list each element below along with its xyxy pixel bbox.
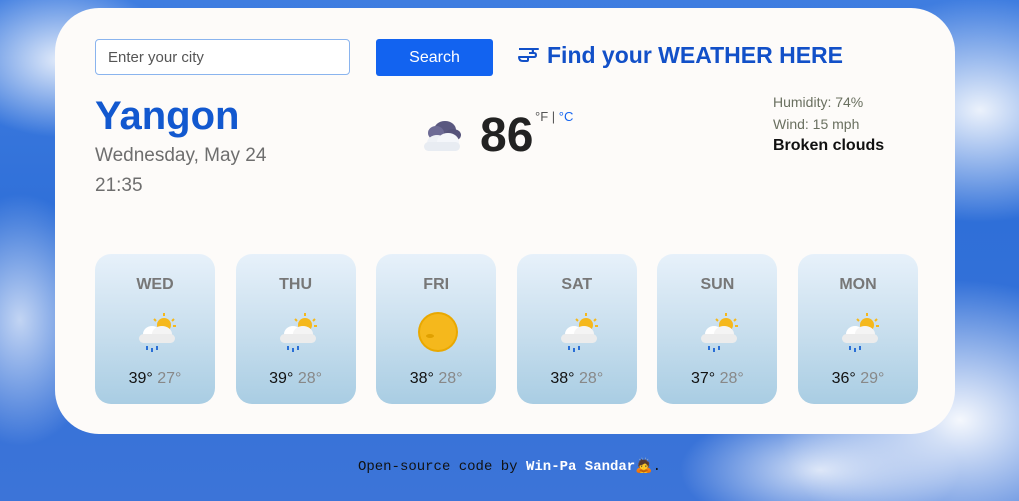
forecast-card: MON 36° 29° <box>798 254 918 404</box>
forecast-temps: 36° 29° <box>798 370 918 388</box>
city-search-input[interactable] <box>95 39 350 75</box>
author-link[interactable]: Win-Pa Sandar <box>526 459 635 475</box>
forecast-low: 28° <box>297 370 323 387</box>
forecast-low: 28° <box>438 370 463 387</box>
search-button[interactable]: Search <box>376 39 493 76</box>
sun-rain-cloud-icon <box>139 313 176 352</box>
forecast-day: WED <box>136 276 174 293</box>
forecast-temps: 39° 28° <box>236 370 356 388</box>
forecast-card: FRI 38° 28° <box>376 254 497 404</box>
forecast-high: 39° <box>128 370 153 387</box>
sun-rain-cloud-icon <box>560 313 598 352</box>
forecast-low: 27° <box>157 370 182 387</box>
forecast-temps: 38° 28° <box>517 370 637 388</box>
forecast-day: MON <box>839 276 877 293</box>
forecast-card: THU 39° 28° <box>235 254 356 404</box>
forecast-card: SUN 37° 28° <box>657 254 778 404</box>
forecast-low: 29° <box>860 370 885 387</box>
forecast-low: 28° <box>579 370 604 387</box>
forecast-temps: 37° 28° <box>657 370 777 388</box>
sun-rain-cloud-icon <box>842 313 879 352</box>
celsius-link[interactable]: °C <box>559 109 574 124</box>
fahrenheit-link[interactable]: °F <box>535 109 548 124</box>
footer-by: by <box>500 459 518 475</box>
unit-toggle: °F | °C <box>535 109 573 124</box>
city-name: Yangon <box>95 94 240 138</box>
forecast-day: SAT <box>561 276 593 293</box>
current-temperature: 86 <box>480 109 534 162</box>
unit-separator: | <box>551 109 556 124</box>
current-date: Wednesday, May 24 <box>95 145 267 166</box>
footer: Open-source code by Win-Pa Sandar🙇. <box>0 458 1019 475</box>
source-code-link[interactable]: Open-source code <box>358 459 492 475</box>
forecast-high: 39° <box>269 370 294 387</box>
page-heading: Find your WEATHER HERE <box>517 42 843 69</box>
forecast-low: 28° <box>719 370 744 387</box>
forecast-high: 38° <box>409 370 434 387</box>
forecast-temps: 39° 27° <box>95 370 215 388</box>
forecast-high: 38° <box>550 370 575 387</box>
forecast-card: SAT 38° 28° <box>516 254 637 404</box>
sun-icon <box>418 312 459 352</box>
bowing-emoji-icon: 🙇 <box>635 459 653 475</box>
forecast-day: THU <box>279 276 313 293</box>
sun-rain-cloud-icon <box>701 313 739 352</box>
wind-text: Wind: 15 mph <box>773 116 860 132</box>
page-title: Find your WEATHER HERE <box>547 42 844 68</box>
humidity-text: Humidity: 74% <box>773 94 864 110</box>
weather-description: Broken clouds <box>773 137 885 154</box>
forecast-card: WED 39° 27° <box>95 254 215 404</box>
pointing-hand-icon <box>517 42 541 69</box>
forecast-high: 36° <box>831 370 856 387</box>
broken-clouds-icon <box>424 121 461 151</box>
forecast-day: SUN <box>700 276 735 293</box>
sun-rain-cloud-icon <box>279 313 317 352</box>
footer-period: . <box>652 459 662 475</box>
forecast-temps: 38° 28° <box>376 370 496 388</box>
forecast-day: FRI <box>423 276 450 293</box>
weather-card: Search Find your WEATHER HERE Yangon Wed… <box>55 8 955 434</box>
forecast-high: 37° <box>690 370 716 387</box>
current-time: 21:35 <box>95 175 143 196</box>
